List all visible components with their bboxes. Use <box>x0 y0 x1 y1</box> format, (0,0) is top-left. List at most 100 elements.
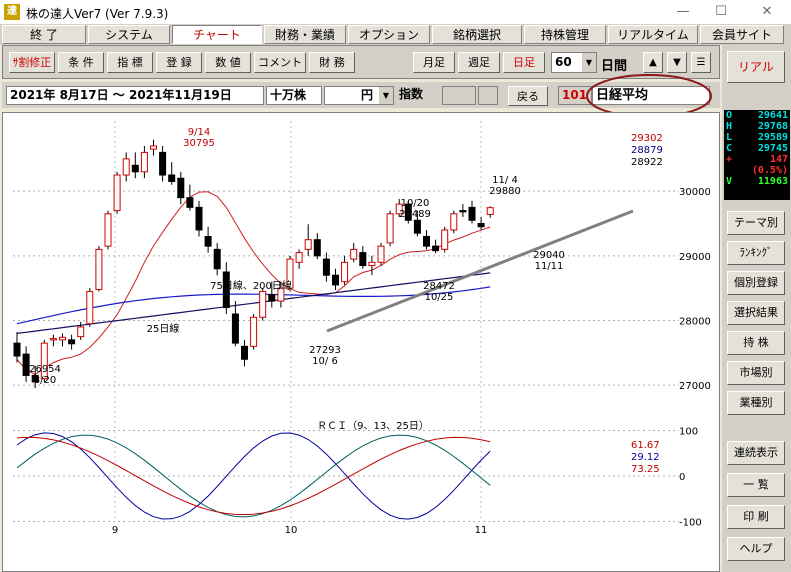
candle-body <box>204 235 212 247</box>
comment-button[interactable]: コメント <box>254 52 306 73</box>
price-tick-label: 28000 <box>679 316 711 327</box>
rci25-value: 73.25 <box>631 464 660 475</box>
condition-button[interactable]: 条 件 <box>58 52 104 73</box>
ohlc-value: 29641 <box>757 110 788 121</box>
realtime-button[interactable]: リアル <box>727 51 785 83</box>
industry-button[interactable]: 業種別 <box>727 391 785 415</box>
menu-bar: 終 了 システム チャート 財務・業績 オプション 銘柄選択 持株管理 リアルタ… <box>0 24 791 45</box>
ohlc-key: O <box>726 110 733 121</box>
chevron-down-icon: ▼ <box>582 53 596 72</box>
currency-select[interactable]: 円 ▼ <box>324 86 394 105</box>
candle-body <box>423 235 430 247</box>
blank-field-2 <box>478 86 498 105</box>
price-tick-label: 30000 <box>679 187 711 198</box>
up-arrow-button[interactable]: ▲ <box>643 52 663 73</box>
ohlc-row: L 29589 <box>724 132 790 143</box>
candle-body <box>168 174 176 182</box>
period-value: 60 <box>555 55 572 69</box>
candle-body <box>241 345 248 360</box>
candle-body <box>341 261 349 283</box>
ohlc-key: + <box>726 154 733 165</box>
month-label: 11 <box>475 525 488 536</box>
menu-system[interactable]: システム <box>88 25 170 44</box>
financial-button[interactable]: 財 務 <box>309 52 355 73</box>
candle-body <box>259 290 267 318</box>
menu-realtime[interactable]: リアルタイム <box>608 25 698 44</box>
candle-body <box>304 239 312 250</box>
chart-annotation: 10/20 <box>401 198 430 209</box>
candle-body <box>195 206 203 231</box>
back-button[interactable]: 戻る <box>508 86 548 106</box>
candle-body <box>104 213 112 247</box>
candle-body <box>486 207 494 215</box>
minimize-button[interactable]: — <box>668 2 698 22</box>
currency-value: 円 <box>360 88 373 102</box>
candle-body <box>59 336 66 341</box>
help-button[interactable]: ヘルプ <box>727 537 785 561</box>
volume-unit: 十万株 <box>266 86 322 105</box>
holdings-button[interactable]: 持 株 <box>727 331 785 355</box>
print-button[interactable]: 印 刷 <box>727 505 785 529</box>
date-range: 2021年 8月17日 ～ 2021年11月19日 <box>6 86 264 105</box>
individual-register-button[interactable]: 個別登録 <box>727 271 785 295</box>
candle-body <box>122 158 130 176</box>
chart-annotation: 28472 <box>423 281 455 292</box>
ohlc-key: L <box>726 132 733 143</box>
continuous-display-button[interactable]: 連続表示 <box>727 441 785 465</box>
chart-annotation: 10/ 6 <box>312 356 338 367</box>
ohlc-row: V 11963 <box>724 176 790 187</box>
ma75-value: 28879 <box>631 145 663 156</box>
ohlc-value: 29589 <box>757 132 788 143</box>
down-arrow-button[interactable]: ▼ <box>667 52 687 73</box>
candle-body <box>86 290 94 325</box>
price-tick-label: 29000 <box>679 252 711 263</box>
trend-line <box>326 209 634 333</box>
ranking-button[interactable]: ﾗﾝｷﾝｸﾞ <box>727 241 785 265</box>
candle-body <box>250 316 258 347</box>
list-button[interactable]: 一 覧 <box>727 473 785 497</box>
candle-body <box>131 164 139 173</box>
info-bar: 2021年 8月17日 ～ 2021年11月19日 十万株 円 ▼ 指数 戻る 1… <box>2 74 720 118</box>
price-chart[interactable]: 300002900028000270001000-1009 10 112930228… <box>3 113 719 571</box>
ohlc-value: 29768 <box>757 121 788 132</box>
candle-body <box>459 210 467 213</box>
chart-annotation: 29489 <box>399 209 431 220</box>
candle-body <box>113 174 121 212</box>
list-menu-button[interactable]: ☰ <box>691 52 711 73</box>
split-adjust-button[interactable]: ｻ割修正 <box>9 52 55 73</box>
ma200-value: 28922 <box>631 157 663 168</box>
weekly-button[interactable]: 週足 <box>458 52 500 73</box>
chart-annotation: 75日線、200日線 <box>210 279 292 292</box>
theme-button[interactable]: テーマ別 <box>727 211 785 235</box>
menu-member-site[interactable]: 会員サイト <box>700 25 784 44</box>
period-select[interactable]: 60 ▼ <box>551 52 597 73</box>
numeric-button[interactable]: 数 値 <box>205 52 251 73</box>
candle-body <box>413 219 421 234</box>
menu-exit[interactable]: 終 了 <box>2 25 86 44</box>
ohlc-row: H 29768 <box>724 121 790 132</box>
register-button[interactable]: 登 録 <box>156 52 202 73</box>
menu-holdings[interactable]: 持株管理 <box>524 25 606 44</box>
candle-body <box>159 151 167 176</box>
indicator-button[interactable]: 指 標 <box>107 52 153 73</box>
rci-title: ＲＣＩ（9、13、25日） <box>317 420 429 432</box>
monthly-button[interactable]: 月足 <box>413 52 455 73</box>
daily-button[interactable]: 日足 <box>503 52 545 73</box>
menu-chart[interactable]: チャート <box>172 25 262 44</box>
market-button[interactable]: 市場別 <box>727 361 785 385</box>
menu-stock-select[interactable]: 銘柄選択 <box>432 25 522 44</box>
ohlc-panel: O 29641 H 29768 L 29589 C 29745 +147 (0.5%) V 11963 <box>724 110 790 200</box>
rci-tick-label: 100 <box>679 427 698 438</box>
chart-annotation: 30795 <box>183 138 215 149</box>
menu-options[interactable]: オプション <box>348 25 430 44</box>
window-title: 株の達人Ver7 (Ver 7.9.3) <box>26 7 169 21</box>
candle-body <box>140 151 148 173</box>
ohlc-value: 29745 <box>757 143 788 154</box>
selection-result-button[interactable]: 選択結果 <box>727 301 785 325</box>
title-bar: 達 株の達人Ver7 (Ver 7.9.3) — ☐ ✕ <box>0 0 791 24</box>
menu-finance[interactable]: 財務・業績 <box>264 25 346 44</box>
rci9-value: 61.67 <box>631 440 660 451</box>
close-button[interactable]: ✕ <box>752 2 782 22</box>
candle-body <box>322 258 330 276</box>
maximize-button[interactable]: ☐ <box>706 2 736 22</box>
